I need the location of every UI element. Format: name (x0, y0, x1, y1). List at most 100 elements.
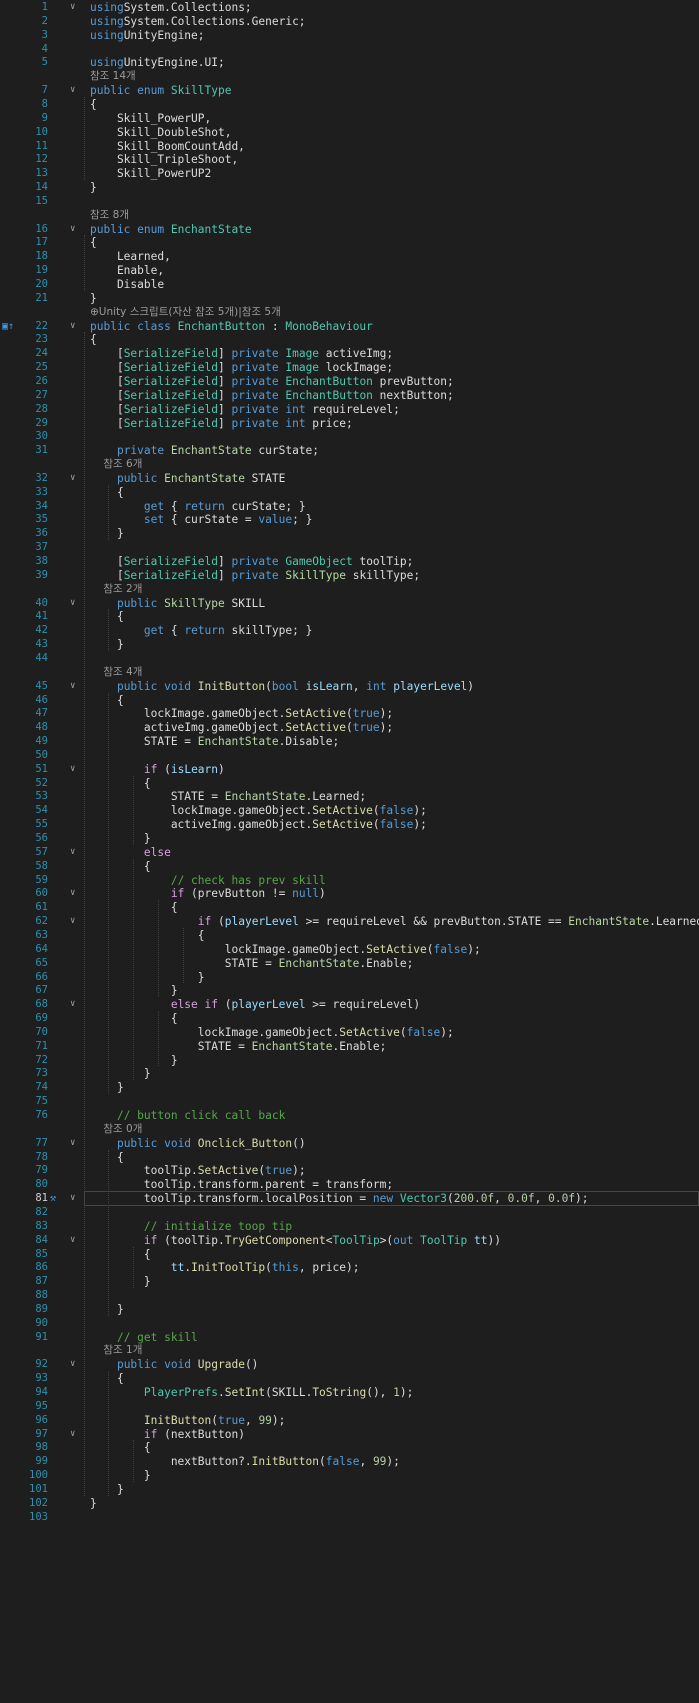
code-text[interactable]: } (90, 180, 97, 195)
code-text[interactable]: InitButton(true, 99); (90, 1413, 286, 1428)
code-text[interactable]: toolTip.SetActive(true); (90, 1163, 306, 1178)
codelens-text[interactable]: 참조 1개 (90, 1343, 142, 1358)
code-text[interactable]: { (90, 693, 124, 708)
code-text[interactable]: Skill_PowerUP2 (90, 166, 211, 181)
code-text[interactable]: public void InitButton(bool isLearn, int… (90, 679, 474, 694)
code-text[interactable]: { (90, 235, 97, 250)
chevron-down-icon[interactable]: ∨ (70, 1191, 80, 1206)
code-text[interactable]: { (90, 485, 124, 500)
code-text[interactable]: Enable, (90, 263, 164, 278)
chevron-down-icon[interactable]: ∨ (70, 762, 80, 777)
code-text[interactable]: { (90, 332, 97, 347)
code-text[interactable]: } (90, 637, 124, 652)
codelens-text[interactable]: 참조 4개 (90, 665, 142, 680)
code-text[interactable]: STATE = EnchantState.Enable; (90, 1039, 387, 1054)
codelens-text[interactable]: 참조 14개 (90, 69, 136, 84)
code-text[interactable]: public void Upgrade() (90, 1357, 258, 1372)
chevron-down-icon[interactable]: ∨ (70, 222, 80, 237)
chevron-down-icon[interactable]: ∨ (70, 1427, 80, 1442)
code-text[interactable]: toolTip.transform.localPosition = new Ve… (90, 1191, 589, 1206)
code-text[interactable]: [SerializeField] private EnchantButton n… (90, 388, 454, 403)
chevron-down-icon[interactable]: ∨ (70, 471, 80, 486)
code-text[interactable]: set { curState = value; } (90, 512, 312, 527)
code-text[interactable]: } (90, 291, 97, 306)
code-text[interactable]: if (toolTip.TryGetComponent<ToolTip>(out… (90, 1233, 501, 1248)
code-text[interactable]: toolTip.transform.parent = transform; (90, 1177, 393, 1192)
codelens-text[interactable]: 참조 6개 (90, 457, 142, 472)
code-text[interactable]: } (90, 1302, 124, 1317)
code-text[interactable]: // button click call back (90, 1108, 285, 1123)
code-text[interactable]: private EnchantState curState; (90, 443, 319, 458)
chevron-down-icon[interactable]: ∨ (70, 997, 80, 1012)
code-text[interactable]: [SerializeField] private GameObject tool… (90, 554, 413, 569)
chevron-down-icon[interactable]: ∨ (70, 83, 80, 98)
chevron-down-icon[interactable]: ∨ (70, 1233, 80, 1248)
code-text[interactable]: // check has prev skill (90, 873, 326, 888)
chevron-down-icon[interactable]: ∨ (70, 679, 80, 694)
code-text[interactable]: } (90, 1482, 124, 1497)
code-text[interactable]: } (90, 1274, 151, 1289)
code-text[interactable]: get { return skillType; } (90, 623, 312, 638)
chevron-down-icon[interactable]: ∨ (70, 0, 80, 15)
code-text[interactable]: nextButton?.InitButton(false, 99); (90, 1454, 400, 1469)
chevron-down-icon[interactable]: ∨ (70, 319, 80, 334)
code-text[interactable]: public class EnchantButton : MonoBehavio… (90, 319, 373, 334)
code-text[interactable]: { (90, 776, 151, 791)
code-text[interactable]: { (90, 609, 124, 624)
code-text[interactable]: public EnchantState STATE (90, 471, 285, 486)
code-text[interactable]: usingSystem.Collections; (90, 0, 252, 15)
chevron-down-icon[interactable]: ∨ (70, 914, 80, 929)
code-text[interactable]: } (90, 526, 124, 541)
code-text[interactable]: usingUnityEngine; (90, 28, 205, 43)
code-text[interactable]: lockImage.gameObject.SetActive(true); (90, 706, 400, 721)
code-text[interactable]: Learned, (90, 249, 171, 264)
code-text[interactable]: [SerializeField] private Image activeImg… (90, 346, 393, 361)
code-text[interactable]: else (90, 845, 171, 860)
code-text[interactable]: lockImage.gameObject.SetActive(false); (90, 803, 427, 818)
code-text[interactable]: } (90, 1468, 151, 1483)
code-text[interactable]: { (90, 1440, 151, 1455)
code-text[interactable]: [SerializeField] private int price; (90, 416, 353, 431)
code-text[interactable]: [SerializeField] private EnchantButton p… (90, 374, 454, 389)
code-text[interactable]: public enum EnchantState (90, 222, 252, 237)
codelens-text[interactable]: 참조 8개 (90, 208, 129, 223)
code-text[interactable]: if (prevButton != null) (90, 886, 326, 901)
code-text[interactable]: { (90, 1247, 151, 1262)
code-text[interactable]: { (90, 1371, 124, 1386)
code-text[interactable]: { (90, 1150, 124, 1165)
code-text[interactable]: // initialize toop tip (90, 1219, 292, 1234)
code-text[interactable]: Skill_DoubleShot, (90, 125, 232, 140)
chevron-down-icon[interactable]: ∨ (70, 1136, 80, 1151)
code-text[interactable]: // get skill (90, 1330, 198, 1345)
code-text[interactable]: { (90, 859, 151, 874)
codelens-text[interactable]: 참조 0개 (90, 1122, 142, 1137)
code-text[interactable]: } (90, 1066, 151, 1081)
code-text[interactable]: usingSystem.Collections.Generic; (90, 14, 306, 29)
code-text[interactable]: public void Onclick_Button() (90, 1136, 306, 1151)
code-text[interactable]: tt.InitToolTip(this, price); (90, 1260, 360, 1275)
code-editor[interactable]: 1 ∨ usingSystem.Collections; 2 usingSystem.C… (0, 0, 699, 1703)
code-text[interactable]: if (playerLevel >= requireLevel && prevB… (90, 914, 699, 929)
code-text[interactable]: if (isLearn) (90, 762, 225, 777)
code-text[interactable]: { (90, 97, 97, 112)
code-text[interactable]: activeImg.gameObject.SetActive(false); (90, 817, 427, 832)
code-text[interactable]: [SerializeField] private Image lockImage… (90, 360, 393, 375)
override-marker-icon[interactable]: ▣↑ (2, 319, 14, 334)
chevron-down-icon[interactable]: ∨ (70, 596, 80, 611)
code-text[interactable]: Skill_TripleShoot, (90, 152, 238, 167)
chevron-down-icon[interactable]: ∨ (70, 845, 80, 860)
code-text[interactable]: lockImage.gameObject.SetActive(false); (90, 1025, 454, 1040)
code-text[interactable]: } (90, 1496, 97, 1511)
code-text[interactable]: } (90, 1080, 124, 1095)
code-text[interactable]: PlayerPrefs.SetInt(SKILL.ToString(), 1); (90, 1385, 414, 1400)
code-text[interactable]: Skill_PowerUP, (90, 111, 211, 126)
code-text[interactable]: get { return curState; } (90, 499, 306, 514)
codelens-text[interactable]: ⊕Unity 스크립트(자산 참조 5개)|참조 5개 (90, 305, 281, 320)
code-text[interactable]: Skill_BoomCountAdd, (90, 139, 245, 154)
code-text[interactable]: [SerializeField] private int requireLeve… (90, 402, 400, 417)
code-text[interactable]: usingUnityEngine.UI; (90, 55, 225, 70)
code-text[interactable]: [SerializeField] private SkillType skill… (90, 568, 420, 583)
screwdriver-icon[interactable]: ⚒ (50, 1191, 56, 1206)
code-text[interactable]: STATE = EnchantState.Disable; (90, 734, 339, 749)
code-text[interactable]: lockImage.gameObject.SetActive(false); (90, 942, 481, 957)
